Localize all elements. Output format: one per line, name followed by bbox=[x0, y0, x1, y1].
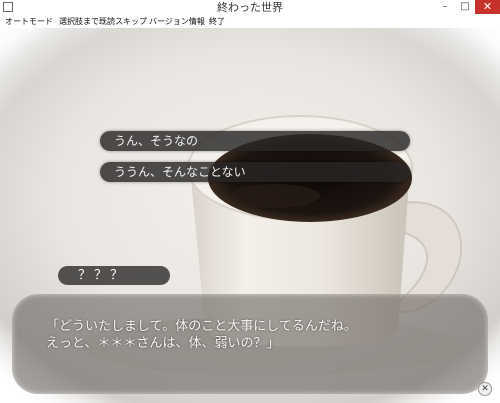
menu-item-exit[interactable]: 終了 bbox=[209, 15, 225, 28]
menu-item-skip-to-choice[interactable]: 選択肢まで既読スキップ bbox=[59, 15, 147, 28]
title-bar: 終わった世界 – □ ✕ bbox=[0, 0, 500, 16]
menu-item-version-info[interactable]: バージョン情報 bbox=[149, 15, 205, 28]
menu-item-auto-mode[interactable]: オートモード bbox=[5, 15, 53, 28]
game-scene[interactable]: うん、そうなの ううん、そんなことない ？？？ 「どういたしまして。体のこと大事… bbox=[0, 28, 500, 403]
maximize-button[interactable]: □ bbox=[457, 0, 473, 14]
window-title: 終わった世界 bbox=[217, 1, 283, 14]
choice-option-1[interactable]: うん、そうなの bbox=[100, 131, 410, 151]
close-button[interactable]: ✕ bbox=[475, 0, 500, 14]
dialogue-line-2: えっと、＊＊＊さんは、体、弱いの？」 bbox=[46, 336, 280, 351]
speaker-name-box: ？？？ bbox=[58, 266, 170, 285]
hide-message-close-icon[interactable]: ✕ bbox=[478, 382, 492, 396]
minimize-button[interactable]: – bbox=[437, 0, 453, 14]
choice-option-2[interactable]: ううん、そんなことない bbox=[100, 162, 410, 182]
menu-bar: オートモード 選択肢まで既読スキップ バージョン情報 終了 bbox=[0, 15, 500, 28]
